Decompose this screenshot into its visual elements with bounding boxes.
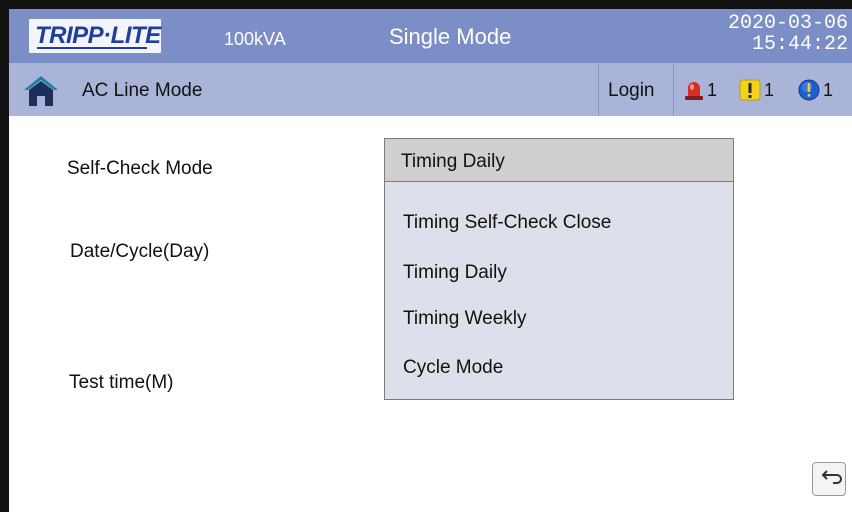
time-text: 15:44:22 (751, 33, 848, 56)
option-cycle-mode[interactable]: Cycle Mode (403, 357, 503, 379)
capacity-label: 100kVA (224, 29, 286, 49)
red-alarm-icon (685, 82, 703, 100)
alarm-indicator-blue[interactable]: 1 (798, 78, 833, 102)
datetime-display: 2020-03-06 15:44:22 (728, 13, 848, 55)
tripp-lite-logo: TRIPP·LITE (29, 19, 161, 53)
test-time-label: Test time(M) (69, 372, 174, 393)
ups-screen: TRIPP·LITE 100kVA Single Mode 2020-03-06… (0, 0, 852, 512)
alarm-count: 1 (823, 79, 834, 100)
frame-border-left (0, 0, 9, 512)
status-divider (598, 63, 599, 116)
status-mode-text: AC Line Mode (82, 80, 203, 101)
title-bar: TRIPP·LITE 100kVA Single Mode 2020-03-06… (9, 9, 852, 63)
home-icon[interactable] (23, 75, 59, 107)
frame-border-top (0, 0, 852, 9)
option-timing-self-check-close[interactable]: Timing Self-Check Close (403, 212, 611, 234)
option-timing-weekly[interactable]: Timing Weekly (403, 308, 527, 330)
logo-text: TRIPP·LITE (35, 22, 161, 49)
self-check-mode-dropdown: Timing Self-Check Close Timing Daily Tim… (384, 182, 734, 400)
status-bar: AC Line Mode Login 1 1 1 (9, 63, 852, 116)
self-check-mode-label: Self-Check Mode (67, 158, 213, 179)
date-text: 2020-03-06 (727, 12, 848, 35)
alarm-count: 1 (764, 79, 775, 100)
back-arrow-icon (821, 470, 842, 484)
operating-mode-title: Single Mode (389, 24, 512, 49)
blue-info-icon (798, 79, 820, 101)
login-button[interactable]: Login (608, 80, 655, 102)
logo-underline (37, 47, 147, 49)
self-check-mode-select[interactable]: Timing Daily (384, 138, 734, 182)
alarm-indicator-red[interactable]: 1 (684, 78, 717, 102)
alarm-indicator-yellow[interactable]: 1 (739, 78, 774, 102)
alarm-count: 1 (707, 79, 718, 100)
yellow-warning-icon (739, 79, 761, 101)
option-timing-daily[interactable]: Timing Daily (403, 262, 507, 284)
status-divider (673, 63, 674, 116)
selected-value: Timing Daily (401, 151, 505, 172)
back-button[interactable] (812, 462, 846, 496)
date-cycle-label: Date/Cycle(Day) (70, 241, 210, 262)
